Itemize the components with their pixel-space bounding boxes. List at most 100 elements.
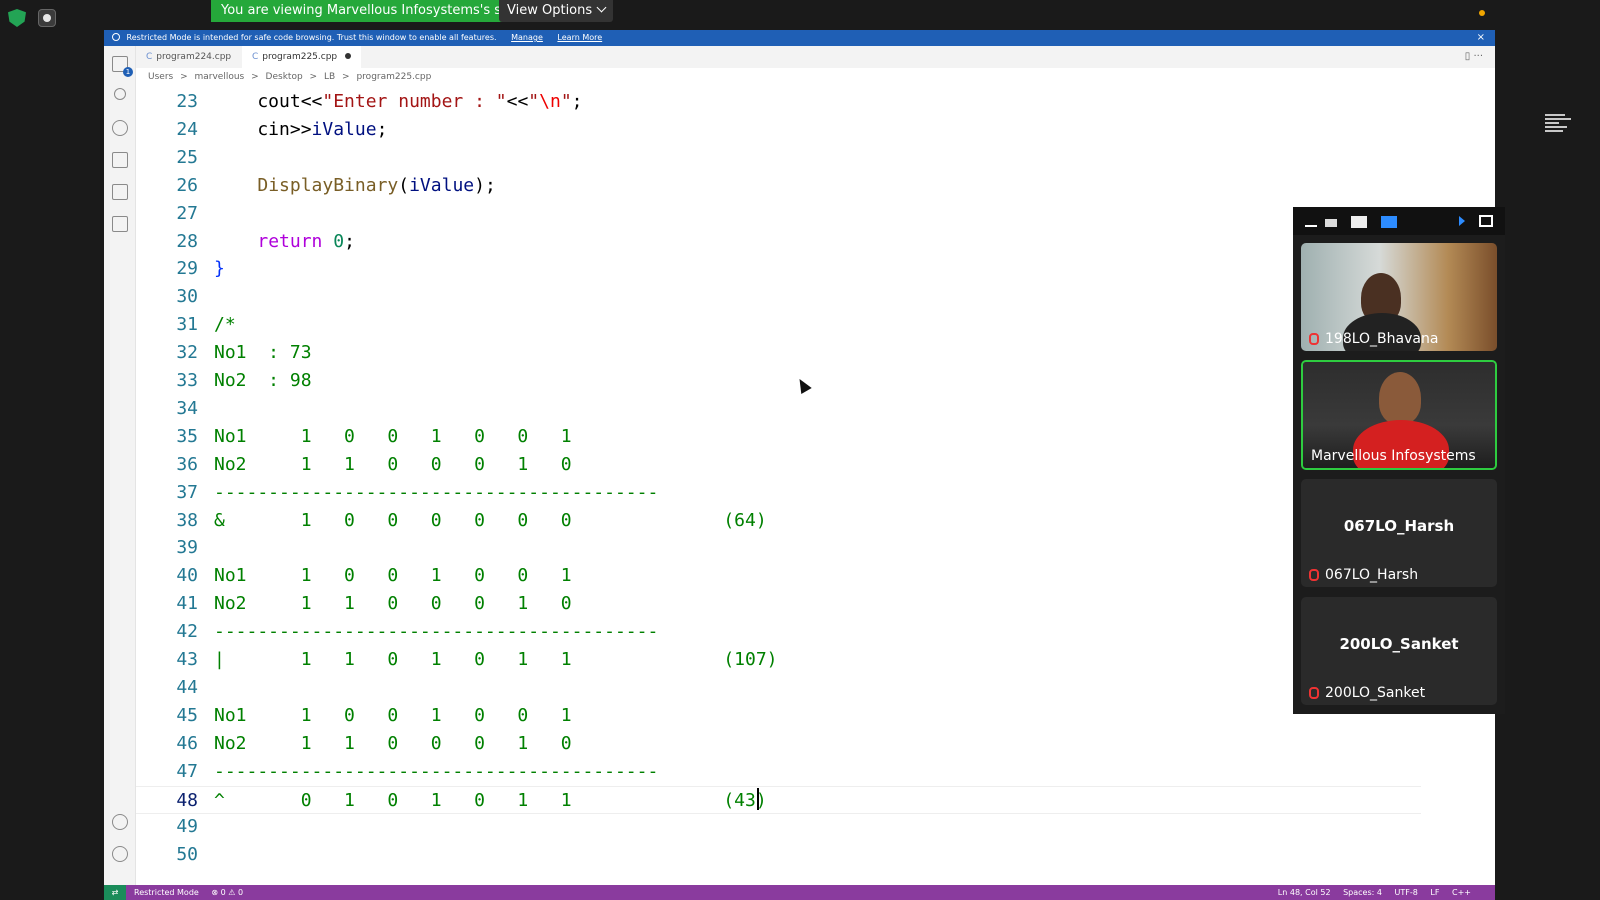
code-text: No1 1 0 0 1 0 0 1	[214, 565, 572, 587]
breadcrumb-item[interactable]: LB	[324, 72, 335, 82]
source-control-icon[interactable]	[112, 120, 128, 136]
participant-tile-bhavana[interactable]: 198LO_Bhavana	[1301, 243, 1497, 351]
extensions-icon[interactable]	[112, 184, 128, 200]
breadcrumb-item[interactable]: Users	[148, 72, 173, 82]
minimap[interactable]	[1545, 114, 1575, 154]
line-number: 29	[176, 258, 198, 280]
code-line[interactable]: 46 No2 1 1 0 0 0 1 0	[136, 730, 1421, 758]
line-number: 23	[176, 91, 198, 112]
participant-name: 067LO_Harsh	[1309, 567, 1418, 583]
recording-icon[interactable]	[38, 9, 56, 27]
remote-indicator-icon[interactable]: ⇄	[104, 885, 126, 900]
zoom-window: You are viewing Marvellous Infosystems's…	[0, 0, 1600, 900]
code-line[interactable]: 45 No1 1 0 0 1 0 0 1	[136, 702, 1421, 730]
line-number: 26	[176, 174, 198, 196]
cursor-position[interactable]: Ln 48, Col 52	[1278, 888, 1331, 897]
code-line[interactable]: 48 ^ 0 1 0 1 0 1 1 (43)	[136, 785, 1421, 814]
close-icon[interactable]: ×	[1477, 30, 1485, 46]
participant-tile-marvellous[interactable]: Marvellous Infosystems	[1301, 360, 1497, 470]
info-icon	[112, 33, 120, 41]
code-line[interactable]: 36 No2 1 1 0 0 0 1 0	[136, 451, 1421, 479]
code-line[interactable]: 29}	[136, 255, 1421, 283]
panel-toolbar	[1293, 207, 1505, 235]
line-number: 25	[176, 146, 198, 168]
code-line[interactable]: 40 No1 1 0 0 1 0 0 1	[136, 562, 1421, 590]
breadcrumb-item[interactable]: program225.cpp	[356, 72, 431, 82]
next-page-icon[interactable]	[1459, 216, 1465, 226]
indentation[interactable]: Spaces: 4	[1343, 888, 1382, 897]
code-line[interactable]: 43 | 1 1 0 1 0 1 1 (107)	[136, 646, 1421, 674]
code-line[interactable]: 38 & 1 0 0 0 0 0 0 (64)	[136, 507, 1421, 535]
speaker-view-icon[interactable]	[1351, 216, 1367, 228]
participant-tile-sanket[interactable]: 200LO_Sanket 200LO_Sanket	[1301, 597, 1497, 705]
remote-explorer-icon[interactable]	[112, 216, 128, 232]
breadcrumb-item[interactable]: marvellous	[195, 72, 245, 82]
code-line[interactable]: 32 No1 : 73	[136, 339, 1421, 367]
code-line[interactable]: 49	[136, 813, 1421, 841]
code-line[interactable]: 37 --------------------------------------…	[136, 479, 1421, 507]
gallery-view-icon[interactable]	[1381, 216, 1397, 228]
editor-actions[interactable]: ▯ ···	[1465, 46, 1483, 68]
exit-fullscreen-icon[interactable]	[1479, 215, 1493, 227]
line-number: 31	[176, 314, 198, 336]
breadcrumb-item[interactable]: Desktop	[266, 72, 303, 82]
code-line[interactable]: 50	[136, 841, 1421, 869]
run-debug-icon[interactable]	[112, 152, 128, 168]
code-line[interactable]: 34	[136, 395, 1421, 423]
code-text: }	[214, 258, 225, 280]
code-text: No2 : 98	[214, 370, 312, 391]
activity-bar	[104, 46, 136, 885]
code-text: ----------------------------------------…	[214, 481, 659, 503]
breadcrumb-separator: >	[342, 72, 350, 82]
line-number: 43	[176, 649, 198, 670]
search-icon[interactable]	[114, 88, 126, 100]
participant-name: Marvellous Infosystems	[1311, 448, 1476, 464]
code-editor[interactable]: 23 cout<<"Enter number : "<<"\n"; 24 cin>…	[136, 84, 1421, 885]
code-line[interactable]: 47 --------------------------------------…	[136, 758, 1421, 786]
tab-program224[interactable]: Cprogram224.cpp	[136, 46, 241, 68]
line-number: 34	[176, 397, 198, 419]
code-line[interactable]: 35 No1 1 0 0 1 0 0 1	[136, 423, 1421, 451]
code-line[interactable]: 33 No2 : 98	[136, 367, 1421, 395]
view-options-button[interactable]: View Options	[499, 0, 614, 22]
code-line[interactable]: 41 No2 1 1 0 0 0 1 0	[136, 590, 1421, 618]
language-mode[interactable]: C++	[1452, 888, 1471, 897]
problems-status[interactable]: ⊗ 0 ⚠ 0	[211, 888, 243, 897]
participant-name: 198LO_Bhavana	[1309, 331, 1438, 347]
restricted-mode-status[interactable]: Restricted Mode	[134, 888, 199, 897]
line-number: 46	[176, 732, 198, 754]
code-line[interactable]: 42 --------------------------------------…	[136, 618, 1421, 646]
explorer-icon[interactable]	[112, 56, 133, 77]
security-shield-icon[interactable]	[8, 9, 26, 27]
code-line[interactable]: 44	[136, 674, 1421, 702]
code-line[interactable]: 24 cin>>iValue;	[136, 116, 1421, 144]
participants-panel: 198LO_Bhavana Marvellous Infosystems 067…	[1293, 207, 1505, 714]
code-line[interactable]: 23 cout<<"Enter number : "<<"\n";	[136, 88, 1421, 116]
code-text: & 1 0 0 0 0 0 0 (64)	[214, 509, 767, 531]
line-number: 24	[176, 118, 198, 140]
code-line[interactable]: 27	[136, 200, 1421, 228]
code-text: ^ 0 1 0 1 0 1 1 (43)	[214, 787, 767, 811]
breadcrumb: Users > marvellous > Desktop > LB > prog…	[148, 70, 435, 84]
code-line[interactable]: 26 DisplayBinary(iValue);	[136, 172, 1421, 200]
code-line[interactable]: 25	[136, 144, 1421, 172]
manage-link[interactable]: Manage	[511, 33, 543, 42]
participant-tile-harsh[interactable]: 067LO_Harsh 067LO_Harsh	[1301, 479, 1497, 587]
participant-name: 200LO_Sanket	[1309, 685, 1425, 701]
line-number: 48	[176, 789, 198, 811]
learn-more-link[interactable]: Learn More	[557, 33, 602, 42]
minimize-icon[interactable]	[1305, 225, 1317, 227]
line-number: 30	[176, 286, 198, 308]
code-line[interactable]: 31 /*	[136, 311, 1421, 339]
hide-video-icon[interactable]	[1325, 219, 1337, 227]
end-of-line[interactable]: LF	[1430, 888, 1439, 897]
tab-program225[interactable]: Cprogram225.cpp	[242, 46, 362, 68]
encoding[interactable]: UTF-8	[1395, 888, 1418, 897]
code-line[interactable]: 30	[136, 283, 1421, 311]
settings-gear-icon[interactable]	[112, 846, 128, 862]
code-text: No1 : 73	[214, 342, 312, 364]
line-number: 42	[176, 621, 198, 643]
account-icon[interactable]	[112, 814, 128, 830]
code-line[interactable]: 39	[136, 534, 1421, 562]
code-line[interactable]: 28 return 0;	[136, 228, 1421, 256]
